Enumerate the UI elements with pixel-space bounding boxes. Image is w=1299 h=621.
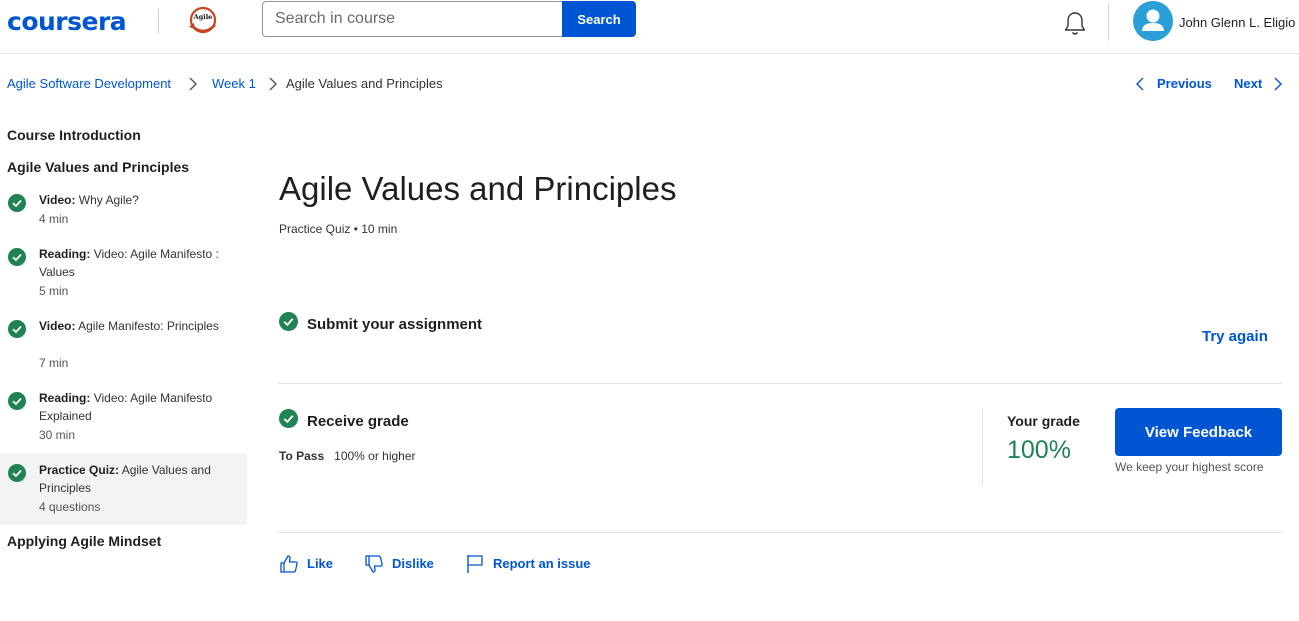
breadcrumb-course[interactable]: Agile Software Development (7, 76, 171, 91)
sidebar-item-agile-manifesto-values[interactable]: Reading: Video: Agile Manifesto : Values… (0, 242, 247, 304)
agile-partner-logo[interactable]: Agile (186, 5, 220, 35)
sidebar-item-agile-manifesto-principles[interactable]: Video: Agile Manifesto: Principles 7 min (0, 314, 247, 376)
view-feedback-button[interactable]: View Feedback (1115, 408, 1282, 456)
sidebar-item-agile-manifesto-explained[interactable]: Reading: Video: Agile Manifesto Explaine… (0, 386, 247, 448)
logo-divider (158, 9, 159, 33)
next-chevron-icon[interactable] (1273, 77, 1283, 91)
dislike-label: Dislike (392, 556, 434, 571)
top-header: coursera Agile Search John Glenn L. Elig… (0, 0, 1299, 54)
sidebar-item-label: Video: Agile Manifesto: Principles (39, 319, 219, 333)
report-issue-label: Report an issue (493, 556, 591, 571)
completed-check-icon (8, 320, 26, 338)
page-title: Agile Values and Principles (279, 170, 677, 207)
section-divider (278, 532, 1282, 533)
to-pass-requirement: To Pass 100% or higher (279, 449, 416, 463)
page-subtitle: Practice Quiz • 10 min (279, 222, 398, 236)
coursera-logo[interactable]: coursera (7, 7, 127, 36)
sidebar-item-why-agile[interactable]: Video: Why Agile? 4 min (0, 188, 247, 232)
sidebar-item-practice-quiz[interactable]: Practice Quiz: Agile Values and Principl… (0, 453, 247, 525)
breadcrumb-week[interactable]: Week 1 (212, 76, 256, 91)
search-button[interactable]: Search (562, 1, 636, 37)
completed-check-icon (8, 194, 26, 212)
try-again-link[interactable]: Try again (1202, 328, 1268, 345)
thumbs-down-icon (365, 555, 383, 573)
highest-score-note: We keep your highest score (1115, 460, 1264, 474)
sidebar-section-course-introduction[interactable]: Course Introduction (7, 127, 141, 143)
breadcrumb-current: Agile Values and Principles (286, 76, 443, 91)
thumbs-up-icon (280, 555, 298, 573)
course-search-input[interactable] (262, 1, 563, 37)
sidebar-item-duration: 5 min (39, 284, 69, 298)
notifications-bell-icon[interactable] (1062, 10, 1088, 38)
sidebar-item-label: Practice Quiz: Agile Values and Principl… (39, 463, 211, 495)
header-divider (1108, 3, 1109, 41)
report-issue-button[interactable]: Report an issue (465, 554, 595, 574)
sidebar-item-label: Reading: Video: Agile Manifesto : Values (39, 247, 219, 279)
sidebar-item-label: Video: Why Agile? (39, 193, 139, 207)
submit-assignment-heading: Submit your assignment (307, 316, 483, 333)
sidebar-item-duration: 7 min (39, 356, 69, 370)
completed-check-icon (8, 248, 26, 266)
sidebar-item-question-count: 4 questions (39, 500, 101, 514)
previous-link[interactable]: Previous (1157, 76, 1212, 91)
flag-icon (467, 555, 483, 573)
breadcrumb-chevron-icon (269, 77, 277, 91)
sidebar-section-applying-agile-mindset[interactable]: Applying Agile Mindset (7, 533, 161, 549)
previous-chevron-icon[interactable] (1135, 77, 1145, 91)
sidebar-item-duration: 30 min (39, 428, 76, 442)
like-button[interactable]: Like (279, 554, 339, 574)
like-label: Like (307, 556, 334, 571)
sidebar-item-duration: 4 min (39, 212, 69, 226)
submit-complete-check-icon (279, 312, 298, 331)
user-name[interactable]: John Glenn L. Eligio (1179, 15, 1295, 30)
sidebar-section-agile-values[interactable]: Agile Values and Principles (7, 159, 189, 175)
sidebar-item-label: Reading: Video: Agile Manifesto Explaine… (39, 391, 213, 423)
grade-divider (982, 408, 983, 484)
next-link[interactable]: Next (1234, 76, 1262, 91)
user-icon (1142, 9, 1164, 31)
dislike-button[interactable]: Dislike (364, 554, 440, 574)
user-avatar[interactable] (1133, 1, 1173, 41)
section-divider (278, 383, 1282, 384)
receive-grade-heading: Receive grade (307, 413, 409, 430)
completed-check-icon (8, 464, 26, 482)
breadcrumb-chevron-icon (189, 77, 197, 91)
grade-complete-check-icon (279, 409, 298, 428)
partner-logo-text: Agile (193, 13, 213, 21)
your-grade-label: Your grade (1007, 413, 1080, 429)
completed-check-icon (8, 392, 26, 410)
your-grade-value: 100% (1007, 436, 1071, 464)
